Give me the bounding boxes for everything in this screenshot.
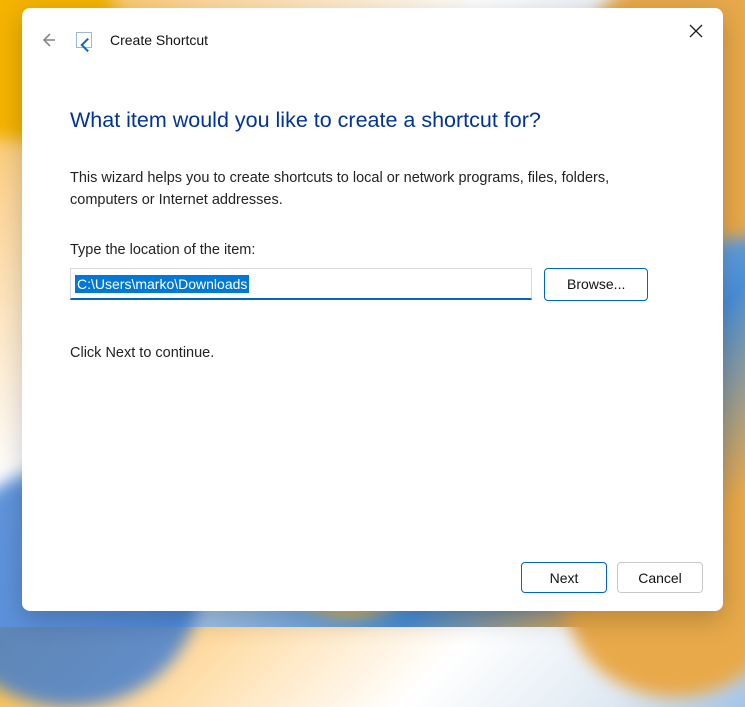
page-heading: What item would you like to create a sho… (70, 108, 675, 133)
description-text: This wizard helps you to create shortcut… (70, 167, 675, 212)
cancel-button[interactable]: Cancel (617, 562, 703, 593)
location-row: C:\Users\marko\Downloads Browse... (70, 268, 675, 301)
close-icon (689, 24, 703, 38)
dialog-content: What item would you like to create a sho… (22, 60, 723, 550)
browse-button[interactable]: Browse... (544, 268, 648, 301)
next-button[interactable]: Next (521, 562, 607, 593)
location-input-value: C:\Users\marko\Downloads (75, 275, 249, 293)
location-input[interactable]: C:\Users\marko\Downloads (70, 268, 532, 300)
close-button[interactable] (681, 16, 711, 46)
back-button[interactable] (34, 26, 62, 54)
dialog-header: Create Shortcut (22, 8, 723, 60)
arrow-left-icon (39, 31, 57, 49)
continue-text: Click Next to continue. (70, 345, 675, 361)
location-label: Type the location of the item: (70, 242, 675, 258)
dialog-title: Create Shortcut (110, 32, 208, 48)
shortcut-icon (76, 32, 92, 48)
create-shortcut-dialog: Create Shortcut What item would you like… (22, 8, 723, 611)
dialog-footer: Next Cancel (22, 550, 723, 611)
